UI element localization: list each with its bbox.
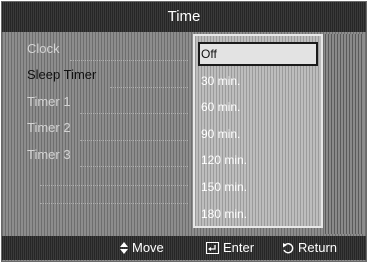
menu-item-label: Clock — [27, 41, 60, 56]
menu-item-label: Timer 2 — [27, 120, 71, 135]
return-hint: Return — [282, 240, 337, 255]
enter-icon — [206, 241, 219, 254]
menu-divider — [40, 185, 188, 187]
sleep-timer-dropdown: Off 30 min. 60 min. 90 min. 120 min. 150… — [193, 34, 323, 228]
option-180-min[interactable]: 180 min. — [201, 207, 247, 221]
title-bar: Time — [2, 2, 366, 32]
return-icon — [283, 242, 294, 253]
menu-item-label: Timer 1 — [27, 94, 71, 109]
menu-divider — [40, 203, 188, 205]
page-title: Time — [167, 8, 201, 25]
up-down-arrows-icon — [120, 241, 128, 254]
menu-divider — [110, 87, 188, 89]
option-90-min[interactable]: 90 min. — [201, 127, 240, 141]
option-120-min[interactable]: 120 min. — [201, 153, 247, 167]
bottom-help-bar: Move Enter Return — [2, 236, 366, 260]
menu-item-label: Timer 3 — [27, 147, 71, 162]
menu-item-label: Sleep Timer — [27, 67, 97, 82]
return-label: Return — [298, 240, 338, 255]
menu-divider — [80, 140, 188, 142]
menu-divider — [70, 60, 188, 62]
option-30-min[interactable]: 30 min. — [201, 74, 240, 88]
enter-hint: Enter — [206, 240, 254, 255]
move-label: Move — [132, 240, 164, 255]
menu-item-timer-1[interactable]: Timer 1 — [27, 94, 71, 109]
menu-item-timer-3[interactable]: Timer 3 — [27, 147, 71, 162]
option-60-min[interactable]: 60 min. — [201, 100, 240, 114]
menu-item-clock[interactable]: Clock — [27, 41, 60, 56]
menu-item-sleep-timer[interactable]: Sleep Timer — [27, 67, 96, 82]
move-hint: Move — [120, 240, 164, 255]
enter-label: Enter — [223, 240, 255, 255]
menu-divider — [80, 166, 188, 168]
option-150-min[interactable]: 150 min. — [201, 180, 247, 194]
menu-divider — [80, 113, 188, 115]
side-panel-strip — [325, 34, 363, 234]
menu-item-timer-2[interactable]: Timer 2 — [27, 120, 71, 135]
option-off[interactable]: Off — [201, 47, 217, 61]
